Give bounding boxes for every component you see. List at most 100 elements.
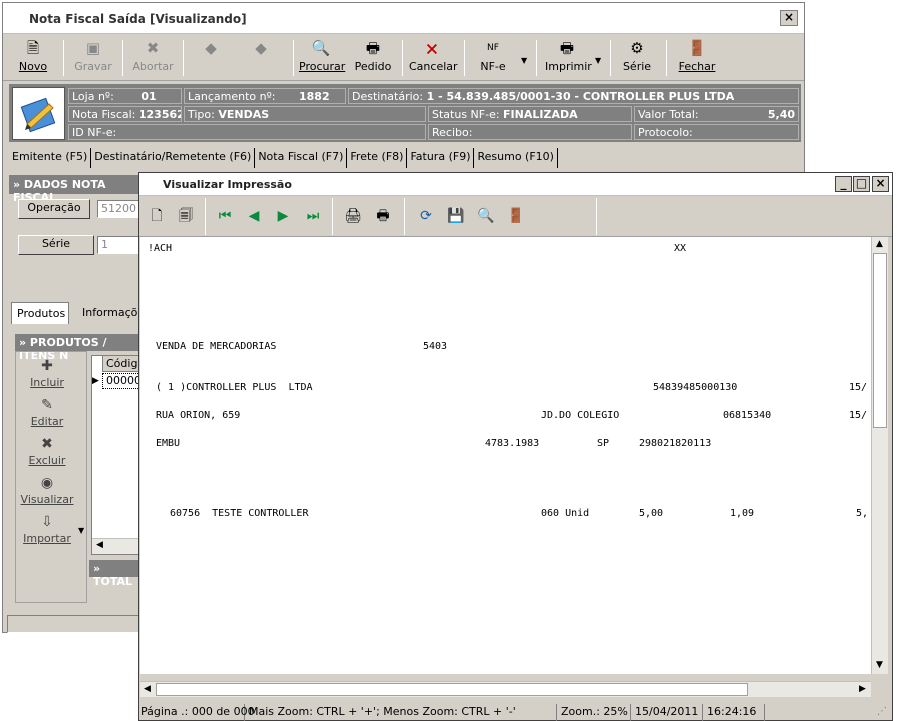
resize-grip-icon[interactable]: ⋰ xyxy=(877,706,887,717)
zoom-page-icon[interactable]: 🗋 xyxy=(146,206,168,226)
tab-resumo[interactable]: Resumo (F10) xyxy=(474,148,558,168)
serie-input[interactable]: 1 xyxy=(97,236,142,254)
preview-titlebar: Visualizar Impressão _ □ × xyxy=(139,173,892,196)
serie-icon: ⚙ xyxy=(630,39,644,57)
last-page-icon[interactable]: ⏭ xyxy=(302,206,324,226)
add-icon: ✚ xyxy=(41,358,53,374)
tab-produtos[interactable]: Produtos xyxy=(11,302,69,324)
nfe-button[interactable]: NF NF-e xyxy=(475,38,511,78)
export-icon[interactable]: ⟳ xyxy=(415,206,437,226)
imprimir-button[interactable]: 🖶 Imprimir xyxy=(545,38,592,78)
gravar-button[interactable]: ▣ Gravar xyxy=(73,38,113,78)
printer-setup-icon[interactable]: 🖨 xyxy=(342,206,364,226)
scroll-up-icon[interactable]: ▲ xyxy=(872,237,887,252)
product-actions: ✚ Incluir ✎ Editar ✖ Excluir ◉ Visualizar ⇩ I… xyxy=(15,351,87,603)
report-text: 5,00 xyxy=(639,508,664,519)
nfe-icon: NF xyxy=(487,43,499,53)
main-close-button[interactable]: × xyxy=(780,10,798,26)
nfe-dropdown-arrow[interactable]: ▼ xyxy=(521,56,527,65)
exit-icon[interactable]: 🚪 xyxy=(505,206,527,226)
toolbar-divider xyxy=(402,40,403,76)
serie-button[interactable]: ⚙ Série xyxy=(621,38,653,78)
next-button[interactable]: ◆ xyxy=(249,38,273,78)
zoom-width-icon[interactable]: 🗐 xyxy=(175,206,197,226)
tab-informacoes[interactable]: Informações xyxy=(77,302,147,324)
vscroll-thumb[interactable] xyxy=(873,253,887,428)
visualizar-button[interactable]: ◉ Visualizar xyxy=(16,475,78,506)
next-page-icon[interactable]: ▶ xyxy=(272,206,294,226)
nota-header-panel: Loja nº: 01 Lançamento nº: 1882 Destinat… xyxy=(9,84,801,142)
maximize-button[interactable]: □ xyxy=(853,176,870,192)
toolbar-divider xyxy=(122,40,123,76)
tab-nota-fiscal[interactable]: Nota Fiscal (F7) xyxy=(255,148,348,168)
tab-emitente[interactable]: Emitente (F5) xyxy=(9,148,92,168)
excluir-button[interactable]: ✖ Excluir xyxy=(16,436,78,467)
delete-icon: ✖ xyxy=(41,436,53,452)
tipo-field: Tipo: VENDAS xyxy=(184,106,426,122)
imprimir-dropdown-arrow[interactable]: ▼ xyxy=(595,56,601,65)
novo-button[interactable]: 🗎 Novo xyxy=(13,38,53,78)
report-text: 5, xyxy=(856,508,869,519)
toolbar-divider xyxy=(293,40,294,76)
destinatario-field: Destinatário: 1 - 54.839.485/0001-30 - C… xyxy=(348,88,799,104)
pedido-button[interactable]: 🖶 Pedido xyxy=(353,38,393,78)
status-date: 15/04/2011 xyxy=(633,704,703,721)
products-grid[interactable]: Código ▶ 000000 ◀ xyxy=(91,355,148,555)
report-page: !ACH XX VENDA DE MERCADORIAS 5403 ( 1 )C… xyxy=(140,237,871,674)
report-text: 4783.1983 xyxy=(485,438,540,449)
grid-header-codigo[interactable]: Código xyxy=(102,356,144,372)
first-page-icon[interactable]: ⏮ xyxy=(214,206,236,226)
toolbar-divider xyxy=(536,40,537,76)
scroll-left-icon[interactable]: ◀ xyxy=(140,682,155,697)
cancelar-button[interactable]: 🗙 Cancelar xyxy=(409,38,458,78)
main-window-title: Nota Fiscal Saída [Visualizando] xyxy=(29,12,247,26)
toolbar-divider xyxy=(183,40,184,76)
hscroll-thumb[interactable] xyxy=(156,683,748,696)
preview-window-title: Visualizar Impressão xyxy=(163,178,292,191)
import-icon: ⇩ xyxy=(41,514,53,530)
toolbar-divider xyxy=(205,198,206,235)
table-row[interactable]: 000000 xyxy=(102,373,148,389)
report-text: 060 Unid xyxy=(541,508,590,519)
arrow-left-icon: ◆ xyxy=(205,39,217,57)
previous-button[interactable]: ◆ xyxy=(199,38,223,78)
zoom-level: Zoom.: 25% xyxy=(559,704,631,721)
minimize-button[interactable]: _ xyxy=(835,176,852,192)
print-icon[interactable]: 🖶 xyxy=(372,206,394,226)
close-door-icon: 🚪 xyxy=(687,39,707,57)
operacao-button[interactable]: Operação xyxy=(18,199,90,219)
valor-total-field: Valor Total: 5,40 xyxy=(634,106,799,122)
preview-close-button[interactable]: × xyxy=(872,176,889,192)
report-text: JD.DO COLEGIO xyxy=(541,410,620,421)
scroll-right-icon[interactable]: ▶ xyxy=(855,682,870,697)
arrow-right-icon: ◆ xyxy=(255,39,267,57)
tab-frete[interactable]: Frete (F8) xyxy=(347,148,408,168)
scroll-down-icon[interactable]: ▼ xyxy=(872,658,887,673)
save-icon[interactable]: 💾 xyxy=(445,206,467,226)
importar-dropdown-arrow[interactable]: ▼ xyxy=(78,526,84,535)
report-text: VENDA DE MERCADORIAS xyxy=(156,341,277,352)
procurar-button[interactable]: 🔍 Procurar xyxy=(299,38,345,78)
incluir-button[interactable]: ✚ Incluir xyxy=(16,358,78,389)
toolbar-divider xyxy=(404,198,405,235)
importar-button[interactable]: ⇩ Importar xyxy=(16,514,78,545)
toolbar-divider xyxy=(596,198,597,235)
preview-vscrollbar[interactable]: ▲ ▼ xyxy=(871,237,888,674)
zoom-icon[interactable]: 🔍 xyxy=(475,206,497,226)
operacao-input[interactable]: 51200 xyxy=(97,200,142,218)
page-indicator: Página .: 000 de 000 xyxy=(139,704,255,721)
report-text: SP xyxy=(597,438,610,449)
scroll-left-icon[interactable]: ◀ xyxy=(96,540,103,550)
fechar-button[interactable]: 🚪 Fechar xyxy=(677,38,717,78)
toolbar-divider xyxy=(666,40,667,76)
tab-destinatario[interactable]: Destinatário/Remetente (F6) xyxy=(91,148,256,168)
preview-hscrollbar[interactable]: ◀ ▶ xyxy=(140,681,871,697)
abortar-button[interactable]: ✖ Abortar xyxy=(131,38,175,78)
toolbar-divider xyxy=(63,40,64,76)
tab-fatura[interactable]: Fatura (F9) xyxy=(407,148,475,168)
editar-button[interactable]: ✎ Editar xyxy=(16,397,78,428)
prev-page-icon[interactable]: ◀ xyxy=(243,206,265,226)
search-icon: 🔍 xyxy=(311,39,331,57)
grid-hscrollbar[interactable]: ◀ xyxy=(92,538,141,554)
serie-field-button[interactable]: Série xyxy=(18,235,94,255)
